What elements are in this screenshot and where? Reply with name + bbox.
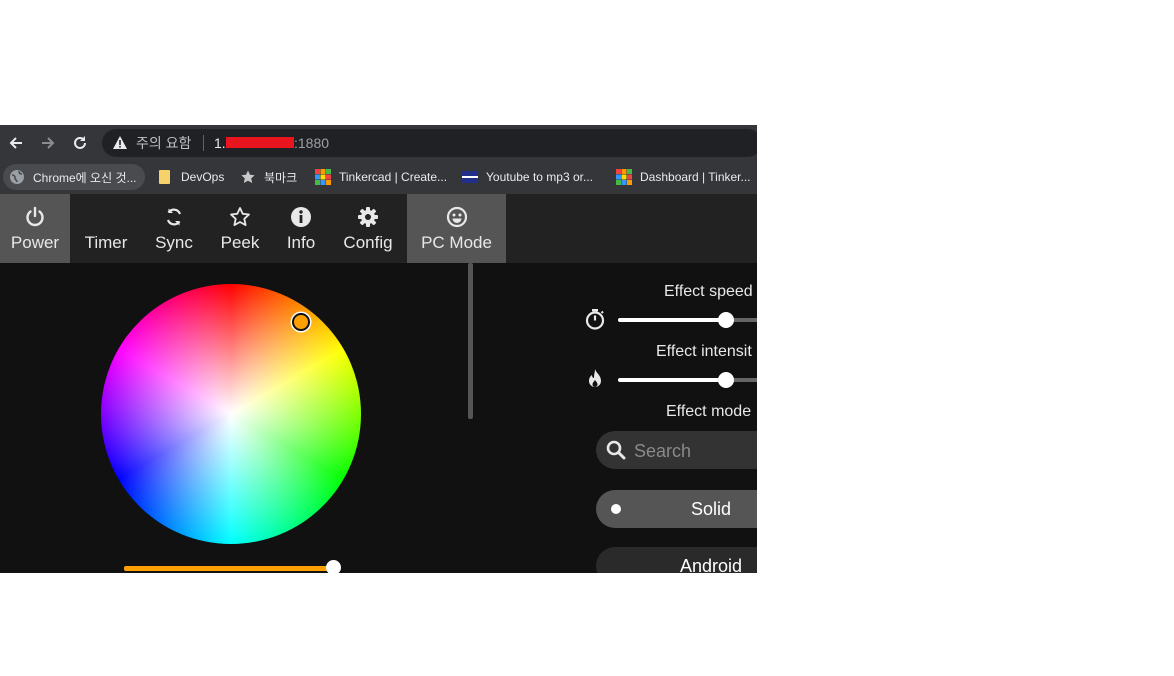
effect-item-solid[interactable]: Solid <box>596 490 757 528</box>
browser-toolbar: 주의 요함 1. :1880 <box>0 125 757 161</box>
bookmark-label: Dashboard | Tinker... <box>640 170 751 184</box>
scrollbar[interactable] <box>468 263 473 419</box>
main-content: Effect speed Effect intensit Effect mode… <box>0 263 757 573</box>
warning-icon <box>113 136 127 149</box>
gear-icon <box>357 206 379 228</box>
tab-label: Power <box>10 233 60 252</box>
power-icon <box>24 206 46 228</box>
bookmark-tinkercad-create[interactable]: Tinkercad | Create... <box>315 164 447 190</box>
moon-icon <box>95 206 117 228</box>
tinkercad-icon <box>616 169 632 185</box>
brightness-slider-thumb[interactable] <box>326 560 341 573</box>
address-bar[interactable]: 주의 요함 1. :1880 <box>102 129 757 157</box>
star-outline-icon <box>229 206 251 228</box>
effect-search-box[interactable] <box>596 431 757 469</box>
url-text: 1. <box>214 135 226 151</box>
bookmark-label: Chrome에 오신 것... <box>33 170 137 185</box>
tab-label: Sync <box>155 233 193 252</box>
top-nav: Power Timer Sync Peek Info Config PC Mod… <box>0 194 757 263</box>
folder-icon <box>157 169 173 185</box>
color-picker-handle[interactable] <box>292 313 310 331</box>
tab-peek[interactable]: Peek <box>212 194 268 263</box>
url-port: :1880 <box>294 135 330 151</box>
reload-icon <box>74 136 86 149</box>
info-icon <box>290 206 312 228</box>
tab-timer[interactable]: Timer <box>74 194 138 263</box>
flame-icon <box>584 368 606 390</box>
tab-pc-mode[interactable]: PC Mode <box>407 194 506 263</box>
effect-speed-label: Effect speed <box>664 283 753 300</box>
search-icon <box>606 440 626 460</box>
stopwatch-icon <box>584 308 606 330</box>
tab-label: PC Mode <box>421 233 492 252</box>
bookmarks-bar: Chrome에 오신 것... DevOps 북마크 Tinkercad | C… <box>0 161 757 195</box>
tinkercad-icon <box>315 169 331 185</box>
security-warning-text: 주의 요함 <box>136 135 192 151</box>
bookmark-label: Youtube to mp3 or... <box>486 170 593 184</box>
bookmark-tinkercad-dashboard[interactable]: Dashboard | Tinker... <box>616 164 751 190</box>
star-icon <box>240 169 256 185</box>
effect-item-android[interactable]: Android <box>596 547 757 573</box>
effect-speed-thumb[interactable] <box>718 312 734 328</box>
tab-label: Timer <box>84 233 128 252</box>
globe-icon <box>9 169 25 185</box>
sync-icon <box>163 206 185 228</box>
effect-intensity-label: Effect intensit <box>656 343 752 360</box>
app-window: 주의 요함 1. :1880 Chrome에 오신 것... DevOps 북마… <box>0 125 757 573</box>
bookmark-devops[interactable]: DevOps <box>157 164 224 190</box>
tab-power[interactable]: Power <box>0 194 70 263</box>
effect-label: Android <box>679 556 743 573</box>
url-redaction <box>226 137 294 148</box>
bookmark-youtube-mp3[interactable]: Youtube to mp3 or... <box>462 164 593 190</box>
effect-speed-track[interactable] <box>618 318 726 322</box>
effect-intensity-thumb[interactable] <box>718 372 734 388</box>
effect-label: Solid <box>690 499 732 519</box>
arrow-left-icon <box>9 137 22 149</box>
bookmark-chrome-welcome[interactable]: Chrome에 오신 것... <box>3 164 145 190</box>
tab-config[interactable]: Config <box>338 194 398 263</box>
forward-button[interactable] <box>36 131 60 155</box>
tab-label: Config <box>343 233 393 252</box>
flag-icon <box>462 169 478 185</box>
reload-button[interactable] <box>68 131 92 155</box>
search-input[interactable] <box>632 435 757 467</box>
brightness-slider-track[interactable] <box>124 566 334 571</box>
back-button[interactable] <box>4 131 28 155</box>
color-wheel[interactable] <box>101 284 361 544</box>
bookmark-label: 북마크 <box>264 170 298 185</box>
tab-info[interactable]: Info <box>276 194 326 263</box>
tab-label: Info <box>286 233 316 252</box>
bookmark-label: Tinkercad | Create... <box>339 170 448 184</box>
bookmark-bookmarks[interactable]: 북마크 <box>240 164 297 190</box>
bookmark-label: DevOps <box>181 170 225 184</box>
tab-sync[interactable]: Sync <box>146 194 202 263</box>
effect-mode-label: Effect mode <box>666 403 752 420</box>
url-divider <box>203 135 204 151</box>
tab-label: Peek <box>220 233 260 252</box>
smiley-icon <box>446 206 468 228</box>
effect-intensity-track[interactable] <box>618 378 726 382</box>
arrow-right-icon <box>42 137 55 149</box>
